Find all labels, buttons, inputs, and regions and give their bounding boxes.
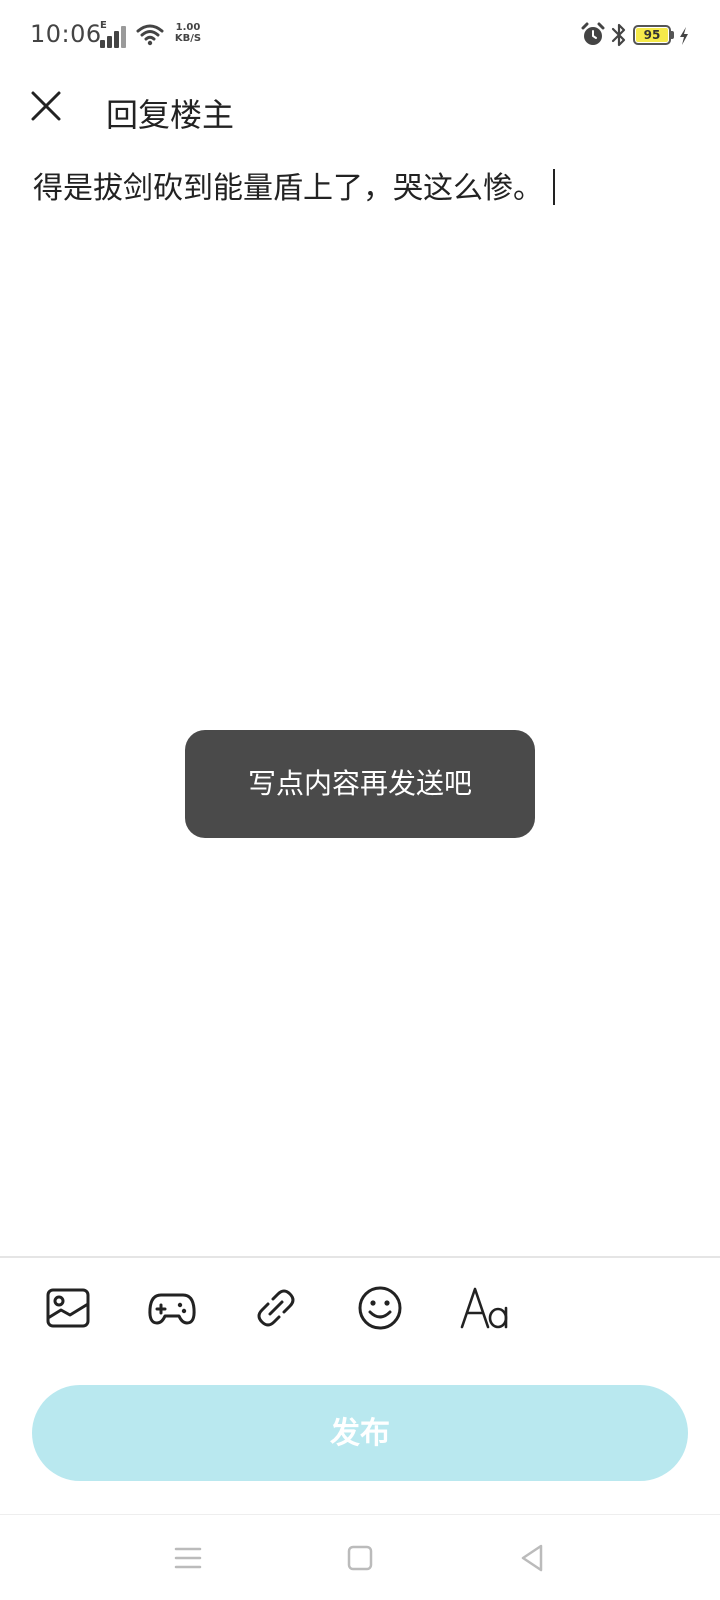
- page-title: 回复楼主: [106, 96, 235, 134]
- link-icon[interactable]: [251, 1283, 301, 1333]
- battery-tip: [671, 31, 674, 39]
- status-bar: 10:06 E 1.00 KB/S 95: [0, 0, 720, 72]
- menu-icon[interactable]: [170, 1540, 206, 1576]
- alarm-icon: [581, 22, 605, 45]
- signal-icon: E: [100, 20, 130, 48]
- reply-editor[interactable]: 得是拔剑砍到能量盾上了，哭这么惨。: [33, 166, 693, 212]
- text-format-icon[interactable]: [459, 1283, 515, 1333]
- publish-button[interactable]: 发布: [32, 1385, 688, 1481]
- wifi-icon: [136, 24, 164, 46]
- toast-message: 写点内容再发送吧: [185, 730, 535, 838]
- signal-bar: [107, 36, 112, 48]
- close-icon[interactable]: [26, 86, 66, 126]
- home-icon[interactable]: [342, 1540, 378, 1576]
- net-speed-value: 1.00: [175, 22, 201, 33]
- nav-divider: [0, 1514, 720, 1515]
- bluetooth-icon: [611, 23, 626, 47]
- charging-icon: [680, 27, 688, 45]
- signal-bar: [121, 26, 126, 48]
- net-speed-unit: KB/S: [174, 33, 202, 44]
- signal-type-label: E: [100, 20, 107, 31]
- gamepad-icon[interactable]: [147, 1283, 197, 1333]
- emoji-icon[interactable]: [355, 1283, 405, 1333]
- editor-content: 得是拔剑砍到能量盾上了，哭这么惨。: [33, 171, 543, 206]
- toolbar-divider: [0, 1256, 720, 1258]
- status-time: 10:06: [30, 20, 102, 48]
- signal-bar: [114, 31, 119, 48]
- net-speed: 1.00 KB/S: [173, 22, 203, 44]
- battery-level: 95: [636, 28, 668, 42]
- back-icon[interactable]: [514, 1540, 550, 1576]
- battery-icon: 95: [633, 25, 671, 45]
- text-caret: [553, 169, 555, 205]
- signal-bar: [100, 40, 105, 48]
- image-icon[interactable]: [43, 1283, 93, 1333]
